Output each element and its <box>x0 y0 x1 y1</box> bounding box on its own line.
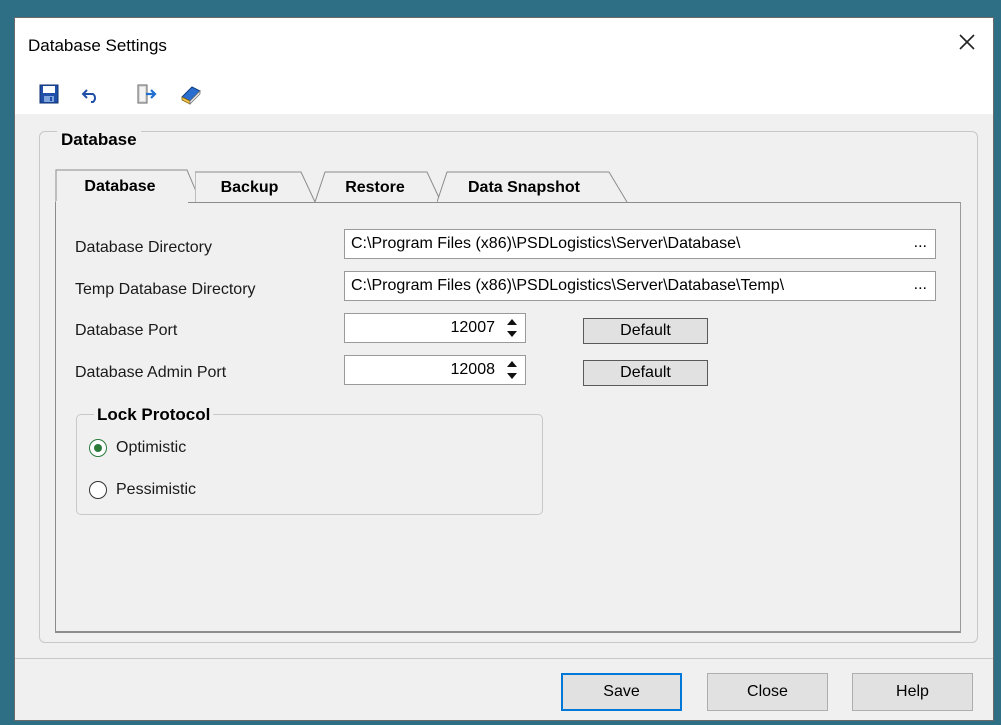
help-button[interactable]: Help <box>852 673 973 711</box>
spin-arrows-icon[interactable] <box>505 317 519 339</box>
close-icon[interactable] <box>955 30 979 54</box>
tab-database-label: Database <box>84 178 156 195</box>
temp-database-directory-browse-button[interactable]: ... <box>914 272 927 299</box>
save-button[interactable]: Save <box>561 673 682 711</box>
database-admin-port-value: 12008 <box>450 361 496 378</box>
tab-restore[interactable]: Restore <box>315 171 445 203</box>
optimistic-radio[interactable] <box>89 439 107 457</box>
tab-restore-label: Restore <box>345 179 405 196</box>
exit-icon[interactable] <box>134 82 158 106</box>
database-port-value: 12007 <box>450 319 496 336</box>
window-title: Database Settings <box>28 36 167 55</box>
tab-backup-label: Backup <box>220 179 279 196</box>
tab-database[interactable]: Database <box>55 169 202 203</box>
lock-protocol-legend: Lock Protocol <box>94 405 214 425</box>
toolbar <box>15 68 993 114</box>
database-directory-browse-button[interactable]: ... <box>914 230 927 257</box>
tab-data-snapshot[interactable]: Data Snapshot <box>437 171 633 203</box>
optimistic-label: Optimistic <box>116 439 187 456</box>
database-directory-label: Database Directory <box>75 239 212 256</box>
temp-database-directory-value: C:\Program Files (x86)\PSDLogistics\Serv… <box>351 277 785 294</box>
database-port-default-button[interactable]: Default <box>583 318 708 344</box>
database-admin-port-default-button[interactable]: Default <box>583 360 708 386</box>
close-button[interactable]: Close <box>707 673 828 711</box>
pessimistic-label: Pessimistic <box>116 481 197 498</box>
help-book-icon[interactable] <box>179 82 203 106</box>
database-directory-field[interactable]: C:\Program Files (x86)\PSDLogistics\Serv… <box>344 229 936 259</box>
pessimistic-radio[interactable] <box>89 481 107 499</box>
temp-database-directory-field[interactable]: C:\Program Files (x86)\PSDLogistics\Serv… <box>344 271 936 301</box>
title-bar: Database Settings <box>15 18 993 68</box>
save-icon[interactable] <box>37 82 61 106</box>
database-port-label: Database Port <box>75 322 178 339</box>
spin-arrows-icon[interactable] <box>505 359 519 381</box>
active-tab-joint <box>56 201 188 204</box>
lock-protocol-group <box>76 414 543 515</box>
bottom-separator <box>15 658 993 659</box>
database-port-stepper[interactable]: 12007 <box>344 313 526 343</box>
temp-database-directory-label: Temp Database Directory <box>75 281 256 298</box>
tab-backup[interactable]: Backup <box>195 171 320 203</box>
database-directory-value: C:\Program Files (x86)\PSDLogistics\Serv… <box>351 235 741 252</box>
database-admin-port-label: Database Admin Port <box>75 364 227 381</box>
database-settings-window: Database Settings Database Database Back… <box>14 17 994 721</box>
database-group-legend: Database <box>57 130 141 150</box>
undo-icon[interactable] <box>79 82 103 106</box>
tab-data-snapshot-label: Data Snapshot <box>467 179 580 196</box>
database-admin-port-stepper[interactable]: 12008 <box>344 355 526 385</box>
